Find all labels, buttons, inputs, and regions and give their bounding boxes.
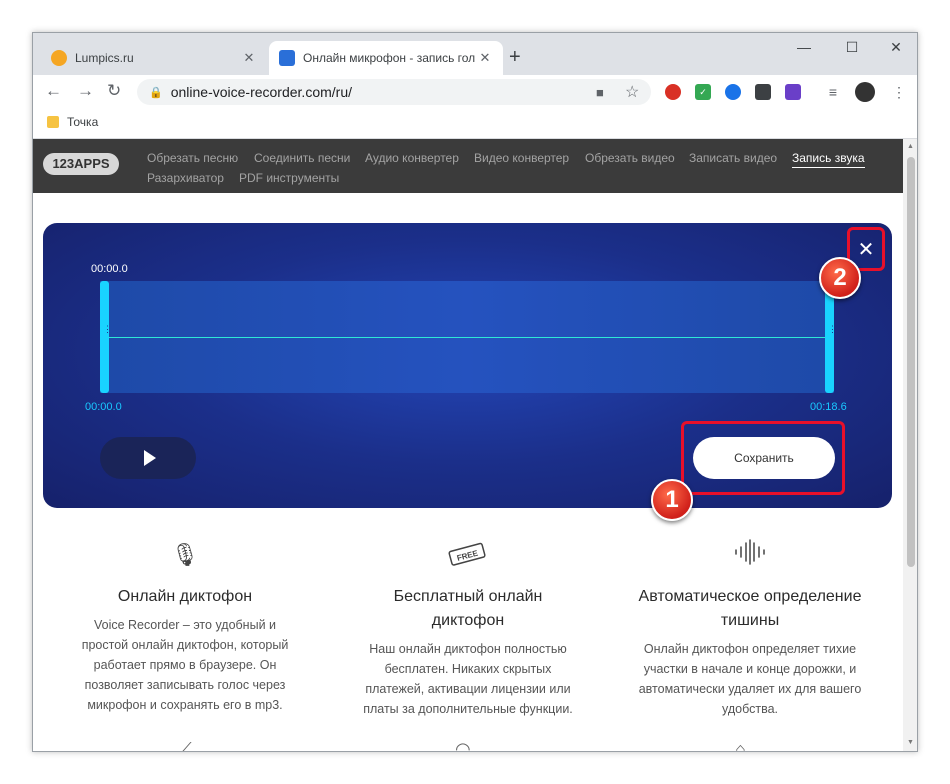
sound-wave-icon bbox=[612, 539, 888, 571]
play-button[interactable] bbox=[100, 437, 196, 479]
lumpics-favicon-icon bbox=[51, 50, 67, 66]
start-time: 00:00.0 bbox=[85, 401, 122, 413]
site-logo[interactable]: 123APPS bbox=[43, 153, 119, 175]
nav-link[interactable]: Разархиватор bbox=[147, 171, 224, 185]
tab-close-icon[interactable]: ✕ bbox=[241, 50, 257, 66]
minimize-button[interactable]: — bbox=[789, 39, 819, 55]
extension-globe-icon[interactable] bbox=[725, 84, 741, 100]
bookmark-star-icon[interactable]: ☆ bbox=[625, 82, 639, 102]
nav-link[interactable]: Записать видео bbox=[689, 151, 777, 165]
free-tag-icon: FREE bbox=[330, 539, 606, 571]
recorder-panel: 00:00.0 ⋮ ⋮ 00:00.0 00:18.6 Сохранить ✕ … bbox=[43, 223, 892, 521]
step-badge-2: 2 bbox=[819, 257, 861, 299]
highlight-save bbox=[681, 421, 845, 495]
site-navigation: 123APPS Обрезать песню Соединить песни А… bbox=[33, 139, 903, 193]
waveform[interactable] bbox=[100, 281, 834, 393]
play-icon bbox=[144, 450, 156, 466]
bookmarks-bar: Точка bbox=[33, 109, 917, 139]
feature-title-line: Бесплатный онлайн bbox=[393, 588, 543, 605]
maximize-button[interactable]: ☐ bbox=[837, 39, 867, 56]
address-bar[interactable]: 🔒 online-voice-recorder.com/ru/ bbox=[137, 79, 651, 105]
extension-check-icon[interactable]: ✓ bbox=[695, 84, 711, 100]
feature-title-line: Автоматическое определение bbox=[638, 588, 862, 605]
new-tab-button[interactable]: + bbox=[509, 46, 521, 69]
recorder-favicon-icon bbox=[279, 50, 295, 66]
feature-desc-line: участки в начале и конце дорожки, и bbox=[643, 662, 857, 676]
feature-title: Автоматическое определение тишины bbox=[612, 585, 888, 633]
reading-list-icon[interactable]: ≡ bbox=[825, 84, 841, 100]
partial-icon: ◠ bbox=[455, 739, 471, 752]
feature-desc-line: Онлайн диктофон определяет тихие bbox=[643, 642, 857, 656]
nav-link[interactable]: PDF инструменты bbox=[239, 171, 339, 185]
title-bar: Lumpics.ru ✕ Онлайн микрофон - запись го… bbox=[33, 33, 917, 75]
tab-lumpics[interactable]: Lumpics.ru ✕ bbox=[41, 41, 267, 75]
url-text: online-voice-recorder.com/ru/ bbox=[170, 84, 352, 100]
current-time: 00:00.0 bbox=[91, 263, 128, 275]
extension-purple-icon[interactable] bbox=[785, 84, 801, 100]
menu-dots-icon[interactable]: ⋮ bbox=[891, 84, 907, 100]
tab-title: Lumpics.ru bbox=[75, 51, 134, 65]
nav-link-active[interactable]: Запись звука bbox=[792, 151, 865, 168]
bookmark-label: Точка bbox=[67, 115, 99, 129]
feature-desc-line: позволяет записывать голос через bbox=[84, 678, 286, 692]
nav-link[interactable]: Аудио конвертер bbox=[365, 151, 459, 165]
feature-title: Онлайн диктофон bbox=[47, 585, 323, 609]
nav-link[interactable]: Видео конвертер bbox=[474, 151, 569, 165]
reload-icon[interactable]: ↻ bbox=[107, 81, 121, 101]
feature-free: FREE Бесплатный онлайн диктофон Наш онла… bbox=[330, 539, 606, 719]
scroll-thumb[interactable] bbox=[907, 157, 915, 567]
folder-icon bbox=[47, 116, 59, 128]
feature-online-recorder: 🎙 Онлайн диктофон Voice Recorder – это у… bbox=[47, 539, 323, 715]
close-window-button[interactable]: ✕ bbox=[881, 39, 911, 56]
page-content: 123APPS Обрезать песню Соединить песни А… bbox=[33, 139, 903, 752]
feature-title-line: диктофон bbox=[431, 612, 505, 629]
feature-desc-line: микрофон и сохранять его в mp3. bbox=[87, 698, 283, 712]
page-scrollbar[interactable]: ▲ ▼ bbox=[903, 139, 917, 751]
feature-description: Наш онлайн диктофон полностью бесплатен.… bbox=[330, 639, 606, 719]
feature-title-line: тишины bbox=[720, 612, 780, 629]
feature-description: Voice Recorder – это удобный и простой о… bbox=[47, 615, 323, 715]
partial-icon: ⌂ bbox=[735, 739, 746, 752]
back-arrow-icon[interactable]: ← bbox=[45, 81, 62, 101]
trim-start-handle[interactable]: ⋮ bbox=[100, 281, 112, 393]
end-time: 00:18.6 bbox=[810, 401, 847, 413]
extension-adblock-icon[interactable] bbox=[665, 84, 681, 100]
bookmark-item[interactable]: Точка bbox=[47, 115, 98, 129]
feature-desc-line: работает прямо в браузере. Он bbox=[93, 658, 277, 672]
partial-icon: ⟋ bbox=[179, 739, 192, 752]
feature-desc-line: автоматически удаляет их для вашего bbox=[638, 682, 862, 696]
scroll-down-icon[interactable]: ▼ bbox=[907, 739, 914, 746]
waveform-line bbox=[100, 337, 834, 338]
forward-arrow-icon[interactable]: → bbox=[77, 81, 94, 101]
camera-icon[interactable]: ■ bbox=[596, 85, 604, 100]
feature-desc-line: Voice Recorder – это удобный и bbox=[93, 618, 277, 632]
feature-title: Бесплатный онлайн диктофон bbox=[330, 585, 606, 633]
feature-desc-line: платы за дополнительные функции. bbox=[363, 702, 573, 716]
feature-desc-line: удобства. bbox=[722, 702, 778, 716]
tab-title: Онлайн микрофон - запись гол bbox=[303, 51, 476, 65]
feature-description: Онлайн диктофон определяет тихие участки… bbox=[612, 639, 888, 719]
feature-desc-line: простой онлайн диктофон, который bbox=[81, 638, 289, 652]
scroll-up-icon[interactable]: ▲ bbox=[907, 143, 914, 150]
feature-desc-line: платежей, активации лицензии или bbox=[365, 682, 571, 696]
feature-desc-line: бесплатен. Никаких скрытых bbox=[384, 662, 552, 676]
step-badge-1: 1 bbox=[651, 479, 693, 521]
feature-silence-detection: Автоматическое определение тишины Онлайн… bbox=[612, 539, 888, 719]
tab-close-icon[interactable]: ✕ bbox=[477, 50, 493, 66]
nav-link[interactable]: Обрезать песню bbox=[147, 151, 238, 165]
feature-desc-line: Наш онлайн диктофон полностью bbox=[369, 642, 567, 656]
nav-link[interactable]: Обрезать видео bbox=[585, 151, 675, 165]
browser-toolbar: ← → ↻ 🔒 online-voice-recorder.com/ru/ ■ … bbox=[33, 75, 917, 109]
profile-avatar[interactable] bbox=[855, 82, 875, 102]
tab-voice-recorder[interactable]: Онлайн микрофон - запись гол ✕ bbox=[269, 41, 503, 75]
extension-box-icon[interactable] bbox=[755, 84, 771, 100]
browser-window: Lumpics.ru ✕ Онлайн микрофон - запись го… bbox=[32, 32, 918, 752]
nav-link[interactable]: Соединить песни bbox=[254, 151, 350, 165]
feature-title-line: Онлайн диктофон bbox=[117, 588, 253, 605]
lock-icon: 🔒 bbox=[149, 86, 163, 99]
microphone-icon: 🎙 bbox=[171, 542, 199, 567]
